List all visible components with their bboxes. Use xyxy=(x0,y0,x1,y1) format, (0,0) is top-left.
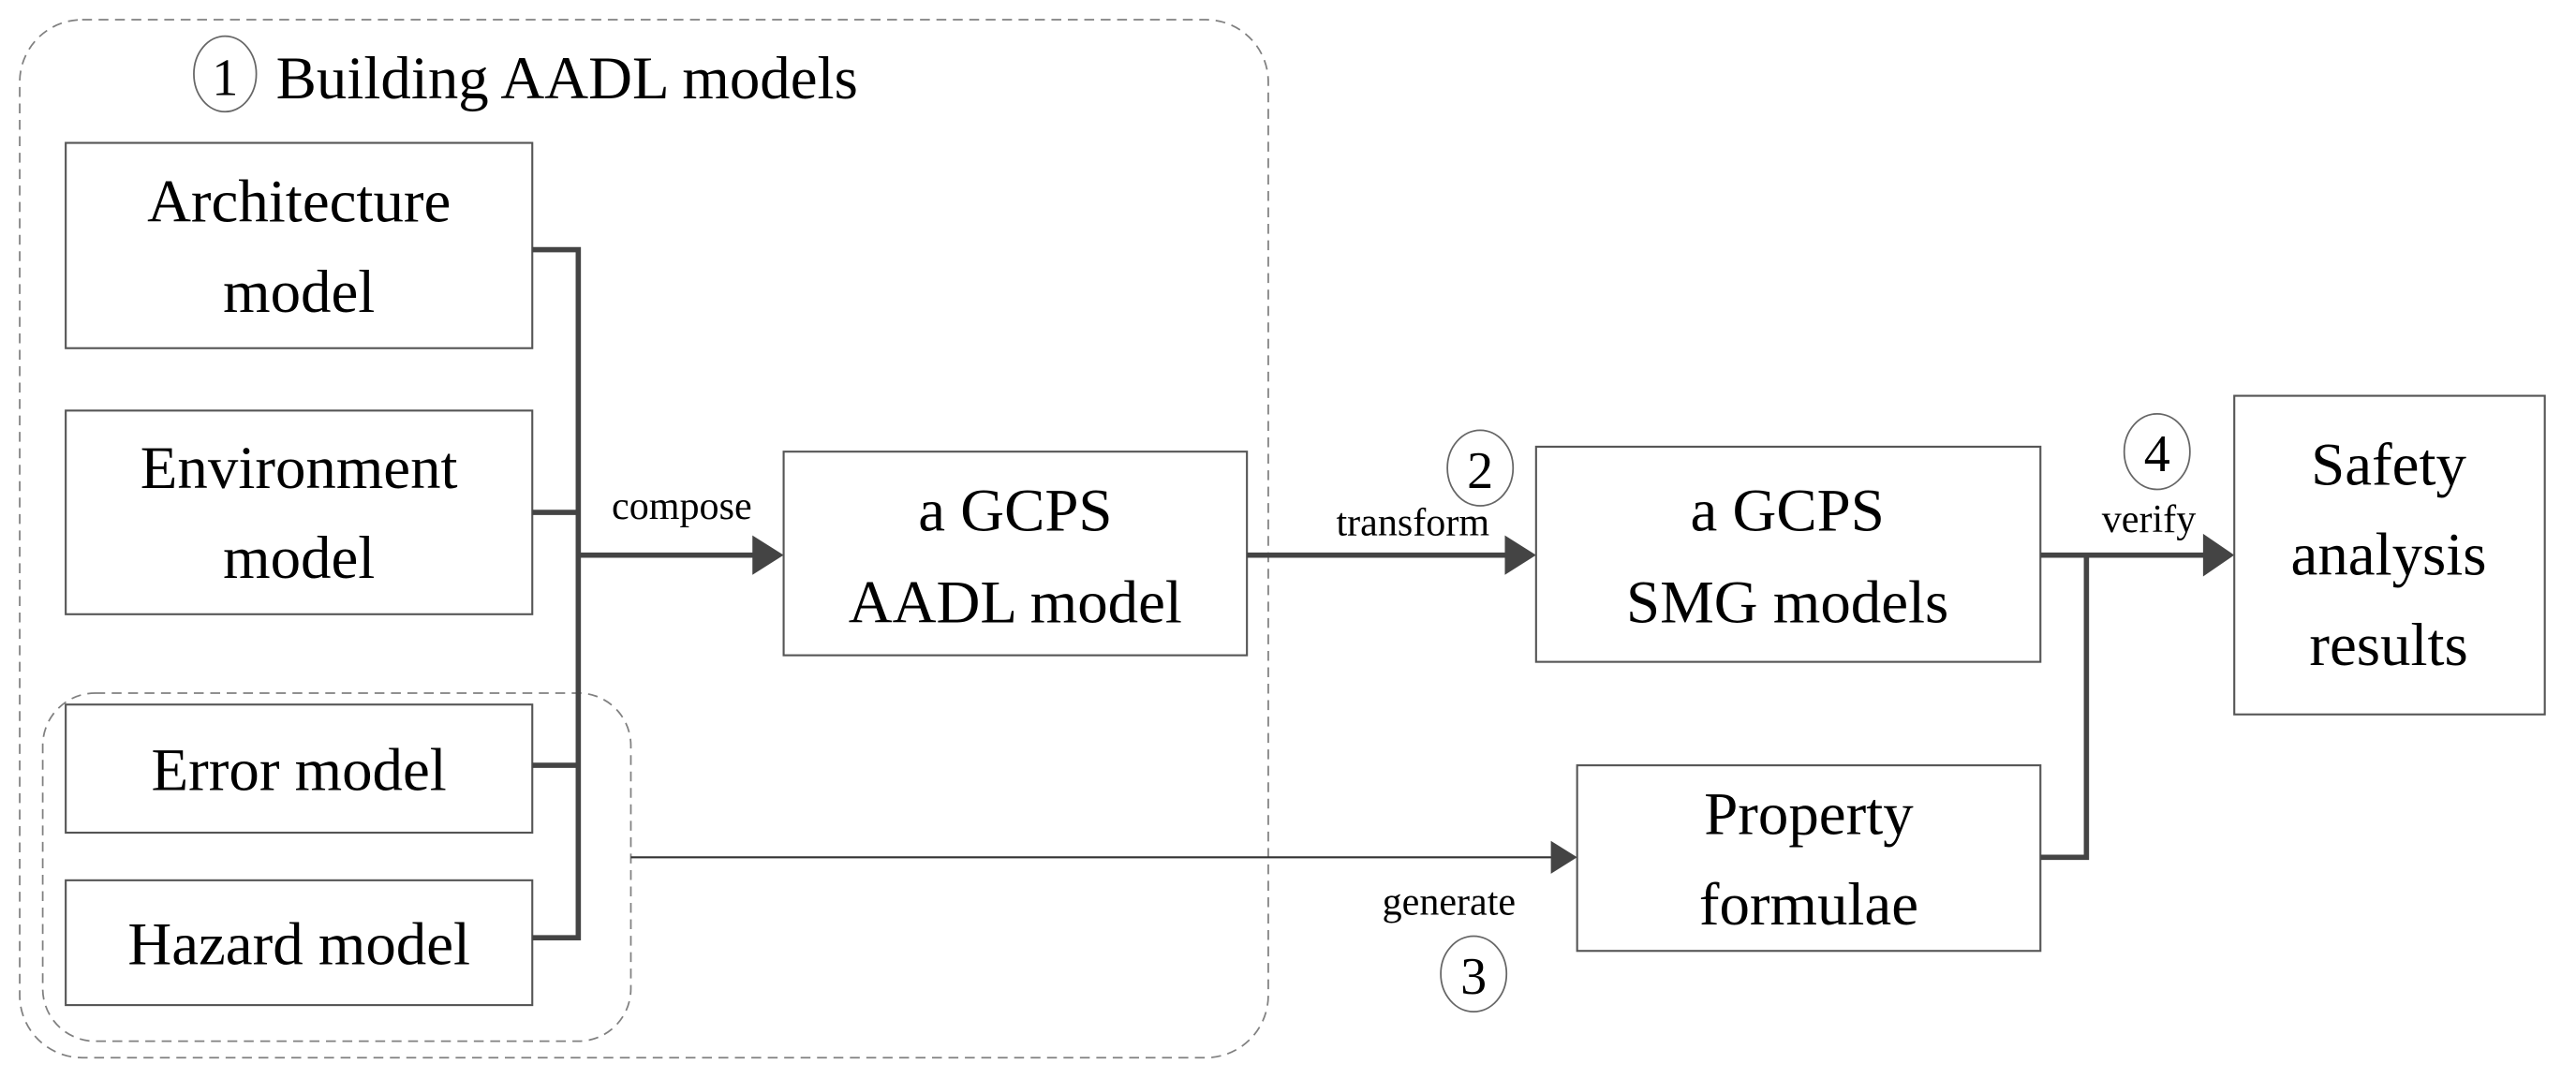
verify-label: verify xyxy=(2102,498,2196,541)
compose-label: compose xyxy=(612,485,752,528)
workflow-diagram: 1 Building AADL models Architecture mode… xyxy=(19,19,2546,1059)
aadl-model-line1: a GCPS xyxy=(918,477,1112,544)
results-line2: analysis xyxy=(2291,522,2487,589)
gcps-aadl-model-box: a GCPS AADL model xyxy=(782,451,1249,657)
models-bus-connector xyxy=(532,246,582,941)
step-2-number: 2 xyxy=(1467,442,1493,500)
hazard-model-label: Hazard model xyxy=(127,910,470,978)
verify-arrowhead-icon xyxy=(2202,533,2235,577)
error-model-box: Error model xyxy=(65,703,534,835)
results-line1: Safety xyxy=(2311,431,2466,498)
step-1-number: 1 xyxy=(212,50,238,108)
step-3-number: 3 xyxy=(1460,948,1487,1006)
aadl-model-line2: AADL model xyxy=(849,569,1182,637)
property-formulae-line2: formulae xyxy=(1699,871,1918,939)
environment-model-line1: Environment xyxy=(141,435,458,502)
architecture-model-box: Architecture model xyxy=(65,141,534,349)
results-line3: results xyxy=(2309,612,2467,679)
architecture-model-line2: model xyxy=(223,259,375,326)
hazard-model-box: Hazard model xyxy=(65,879,534,1007)
property-formulae-line1: Property xyxy=(1704,781,1914,849)
smg-models-line2: SMG models xyxy=(1626,569,1948,637)
group-title: Building AADL models xyxy=(276,45,858,112)
transform-label: transform xyxy=(1336,502,1489,545)
environment-model-box: Environment model xyxy=(65,409,534,615)
generate-arrowhead-icon xyxy=(1550,840,1577,874)
property-formulae-box: Property formulae xyxy=(1576,764,2042,953)
property-to-verify-connector xyxy=(2040,554,2090,861)
step-4-number: 4 xyxy=(2144,425,2170,483)
smg-models-line1: a GCPS xyxy=(1691,477,1885,544)
generate-label: generate xyxy=(1383,881,1517,924)
compose-arrowhead-icon xyxy=(752,535,784,575)
error-model-label: Error model xyxy=(152,736,447,804)
gcps-smg-models-box: a GCPS SMG models xyxy=(1534,445,2042,663)
environment-model-line2: model xyxy=(223,525,375,592)
transform-arrowhead-icon xyxy=(1504,535,1536,575)
architecture-model-line1: Architecture xyxy=(147,169,451,236)
safety-analysis-results-box: Safety analysis results xyxy=(2233,394,2546,716)
